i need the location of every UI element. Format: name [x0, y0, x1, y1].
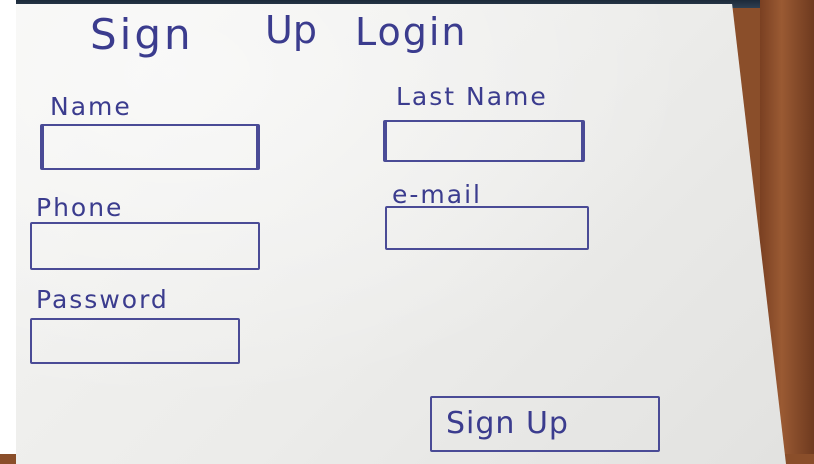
phone-field[interactable]	[30, 222, 260, 270]
email-label: e-mail	[392, 180, 482, 209]
title-sign: Sign	[90, 10, 194, 59]
title-login: Login	[355, 10, 468, 54]
last-name-label: Last Name	[396, 82, 548, 111]
email-field[interactable]	[385, 206, 589, 250]
name-label: Name	[50, 92, 132, 121]
phone-label: Phone	[36, 193, 124, 222]
left-margin	[0, 0, 16, 454]
last-name-field[interactable]	[383, 120, 585, 162]
password-label: Password	[36, 285, 169, 314]
password-field[interactable]	[30, 318, 240, 364]
sign-up-button[interactable]: Sign Up	[430, 396, 660, 452]
name-field[interactable]	[40, 124, 260, 170]
sign-up-button-label: Sign Up	[446, 406, 569, 441]
title-up: Up	[265, 8, 317, 52]
